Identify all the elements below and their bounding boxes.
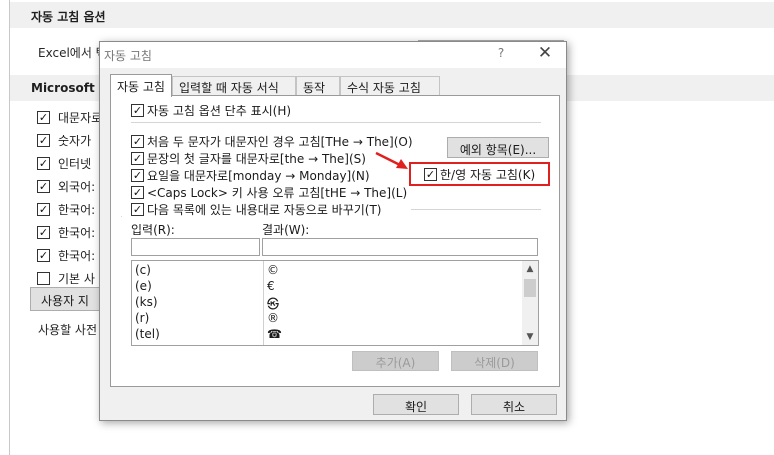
- list-item-output: ☎: [267, 327, 282, 341]
- tab-autocorrect[interactable]: 자동 고침: [110, 74, 172, 97]
- two-initial-caps-checkbox[interactable]: ✓: [131, 135, 144, 148]
- excel-autocorrect-text: Excel에서 텍: [38, 46, 107, 60]
- bg-checkbox-7[interactable]: ✓: [37, 249, 50, 262]
- two-initial-caps-label: 처음 두 문자가 대문자인 경우 고침[THe → The](O): [147, 135, 413, 149]
- dialog-titlebar[interactable]: 자동 고침 ? ✕: [100, 42, 566, 68]
- cancel-button[interactable]: 취소: [471, 394, 557, 415]
- highlight-annotation: [409, 162, 550, 186]
- bg-checkbox-8[interactable]: [37, 272, 50, 285]
- replace-input[interactable]: [131, 238, 260, 256]
- list-item-input: (e): [135, 279, 152, 293]
- exceptions-button[interactable]: 예외 항목(E)...: [447, 137, 549, 158]
- list-item-input: (tel): [135, 327, 160, 341]
- autocorrect-tab-panel: ✓ 자동 고침 옵션 단추 표시(H) ✓ 처음 두 문자가 대문자인 경우 고…: [110, 95, 560, 387]
- page-left-border: [9, 0, 10, 455]
- separator: [131, 122, 541, 123]
- scroll-thumb[interactable]: [524, 279, 536, 297]
- input-label: 입력(R):: [131, 223, 175, 237]
- autocorrect-list[interactable]: (c) © (e) € (ks) ㉿ (r) ® (tel) ☎ ▲ ▼: [131, 260, 539, 346]
- show-options-checkbox[interactable]: ✓: [131, 104, 144, 117]
- capitalize-days-checkbox[interactable]: ✓: [131, 169, 144, 182]
- bg-checkbox-label-8: 기본 사: [58, 272, 95, 286]
- list-item-output: ©: [267, 263, 279, 277]
- dictionary-text: 사용할 사전: [38, 323, 98, 337]
- list-item[interactable]: (c) ©: [132, 262, 520, 278]
- with-input[interactable]: [262, 238, 538, 256]
- list-item-input: (c): [135, 263, 151, 277]
- add-button[interactable]: 추가(A): [352, 351, 439, 371]
- list-item[interactable]: (tel) ☎: [132, 326, 520, 342]
- bg-checkbox-4[interactable]: ✓: [37, 180, 50, 193]
- scroll-up-icon[interactable]: ▲: [522, 261, 538, 277]
- show-options-label: 자동 고침 옵션 단추 표시(H): [147, 104, 292, 118]
- tab-actions[interactable]: 동작: [296, 76, 340, 96]
- capitalize-sentence-checkbox[interactable]: ✓: [131, 152, 144, 165]
- bg-checkbox-3[interactable]: ✓: [37, 157, 50, 170]
- bg-checkbox-label-3: 인터넷: [58, 157, 92, 171]
- bg-checkbox-label-1: 대문자로: [58, 111, 103, 125]
- bg-checkbox-label-4: 외국어:: [58, 180, 96, 194]
- close-button[interactable]: ✕: [533, 43, 557, 65]
- list-item[interactable]: (e) €: [132, 278, 520, 294]
- tab-math-autocorrect[interactable]: 수식 자동 고침: [340, 76, 440, 96]
- tab-autoformat-as-you-type[interactable]: 입력할 때 자동 서식: [172, 76, 296, 96]
- dialog-title: 자동 고침: [104, 49, 152, 63]
- list-item-output: €: [267, 279, 275, 293]
- list-item[interactable]: (ks) ㉿: [132, 294, 520, 311]
- ok-button[interactable]: 확인: [373, 394, 459, 415]
- autocorrect-dialog: 자동 고침 ? ✕ 자동 고침 입력할 때 자동 서식 동작 수식 자동 고침 …: [99, 41, 567, 421]
- bg-checkbox-6[interactable]: ✓: [37, 226, 50, 239]
- delete-button[interactable]: 삭제(D): [451, 351, 538, 371]
- replace-text-checkbox[interactable]: ✓: [131, 203, 144, 216]
- group-edge: [121, 216, 122, 217]
- list-item-input: (r): [135, 311, 150, 325]
- list-item-input: (ks): [135, 295, 158, 309]
- bg-checkbox-label-7: 한국어:: [58, 249, 96, 263]
- autocorrect-section-header: 자동 고침 옵션: [10, 2, 774, 28]
- capitalize-sentence-label: 문장의 첫 글자를 대문자로[the → The](S): [147, 152, 366, 166]
- bg-checkbox-1[interactable]: ✓: [37, 111, 50, 124]
- help-button[interactable]: ?: [491, 46, 511, 64]
- replace-text-label: 다음 목록에 있는 내용대로 자동으로 바꾸기(T): [147, 203, 382, 217]
- list-item[interactable]: (r) ®: [132, 310, 520, 326]
- list-item-output: ®: [267, 311, 279, 325]
- caps-lock-label: <Caps Lock> 키 사용 오류 고침[tHE → The](L): [147, 186, 408, 200]
- separator: [411, 209, 541, 210]
- caps-lock-checkbox[interactable]: ✓: [131, 186, 144, 199]
- capitalize-days-label: 요일을 대문자로[monday → Monday](N): [147, 169, 370, 183]
- bg-checkbox-5[interactable]: ✓: [37, 203, 50, 216]
- bg-checkbox-label-6: 한국어:: [58, 226, 96, 240]
- bg-checkbox-2[interactable]: ✓: [37, 134, 50, 147]
- result-label: 결과(W):: [262, 223, 310, 237]
- bg-checkbox-label-2: 숫자가: [58, 134, 92, 148]
- scroll-down-icon[interactable]: ▼: [522, 329, 538, 345]
- list-scrollbar[interactable]: ▲ ▼: [522, 261, 538, 345]
- bg-checkbox-label-5: 한국어:: [58, 203, 96, 217]
